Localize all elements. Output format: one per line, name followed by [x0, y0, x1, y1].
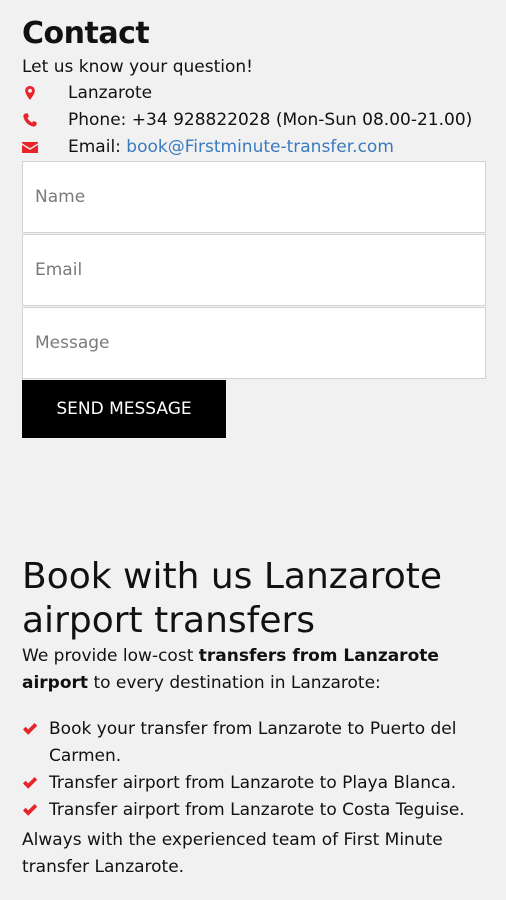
- list-item-text: Transfer airport from Lanzarote to Costa…: [49, 800, 465, 820]
- name-input[interactable]: [23, 162, 485, 232]
- book-intro: We provide low-cost transfers from Lanza…: [22, 643, 462, 697]
- envelope-icon: [22, 142, 38, 153]
- message-input[interactable]: [23, 308, 485, 378]
- location-text: Lanzarote: [68, 83, 153, 103]
- list-item: Transfer airport from Lanzarote to Playa…: [22, 770, 492, 797]
- intro-text-start: We provide low-cost: [22, 646, 199, 666]
- intro-text-end: to every destination in Lanzarote:: [88, 673, 381, 693]
- email-field[interactable]: [22, 234, 486, 306]
- book-section-title: Book with us Lanzarote airport transfers: [22, 556, 443, 641]
- phone-text: Phone: +34 928822028 (Mon-Sun 08.00-21.0…: [68, 110, 473, 130]
- send-message-button[interactable]: SEND MESSAGE: [22, 380, 226, 438]
- checkmark-icon: [23, 804, 38, 816]
- checkmark-icon: [23, 723, 38, 735]
- book-outro: Always with the experienced team of Firs…: [22, 830, 443, 877]
- checkmark-icon: [23, 777, 38, 789]
- phone-icon: [23, 113, 37, 127]
- list-item: Transfer airport from Lanzarote to Costa…: [22, 797, 492, 824]
- message-field[interactable]: [22, 307, 486, 379]
- name-field[interactable]: [22, 161, 486, 233]
- list-item-text: Transfer airport from Lanzarote to Playa…: [49, 773, 457, 793]
- email-link[interactable]: book@Firstminute-transfer.com: [126, 137, 394, 157]
- email-line: Email: book@Firstminute-transfer.com: [68, 135, 394, 159]
- destination-list: Book your transfer from Lanzarote to Pue…: [22, 716, 492, 824]
- email-input[interactable]: [23, 235, 485, 305]
- list-item-text: Book your transfer from Lanzarote to Pue…: [49, 719, 457, 766]
- email-label: Email:: [68, 137, 127, 157]
- map-marker-icon: [25, 86, 35, 100]
- contact-subtitle: Let us know your question!: [22, 57, 253, 77]
- contact-title: Contact: [22, 16, 150, 51]
- list-item: Book your transfer from Lanzarote to Pue…: [22, 716, 492, 770]
